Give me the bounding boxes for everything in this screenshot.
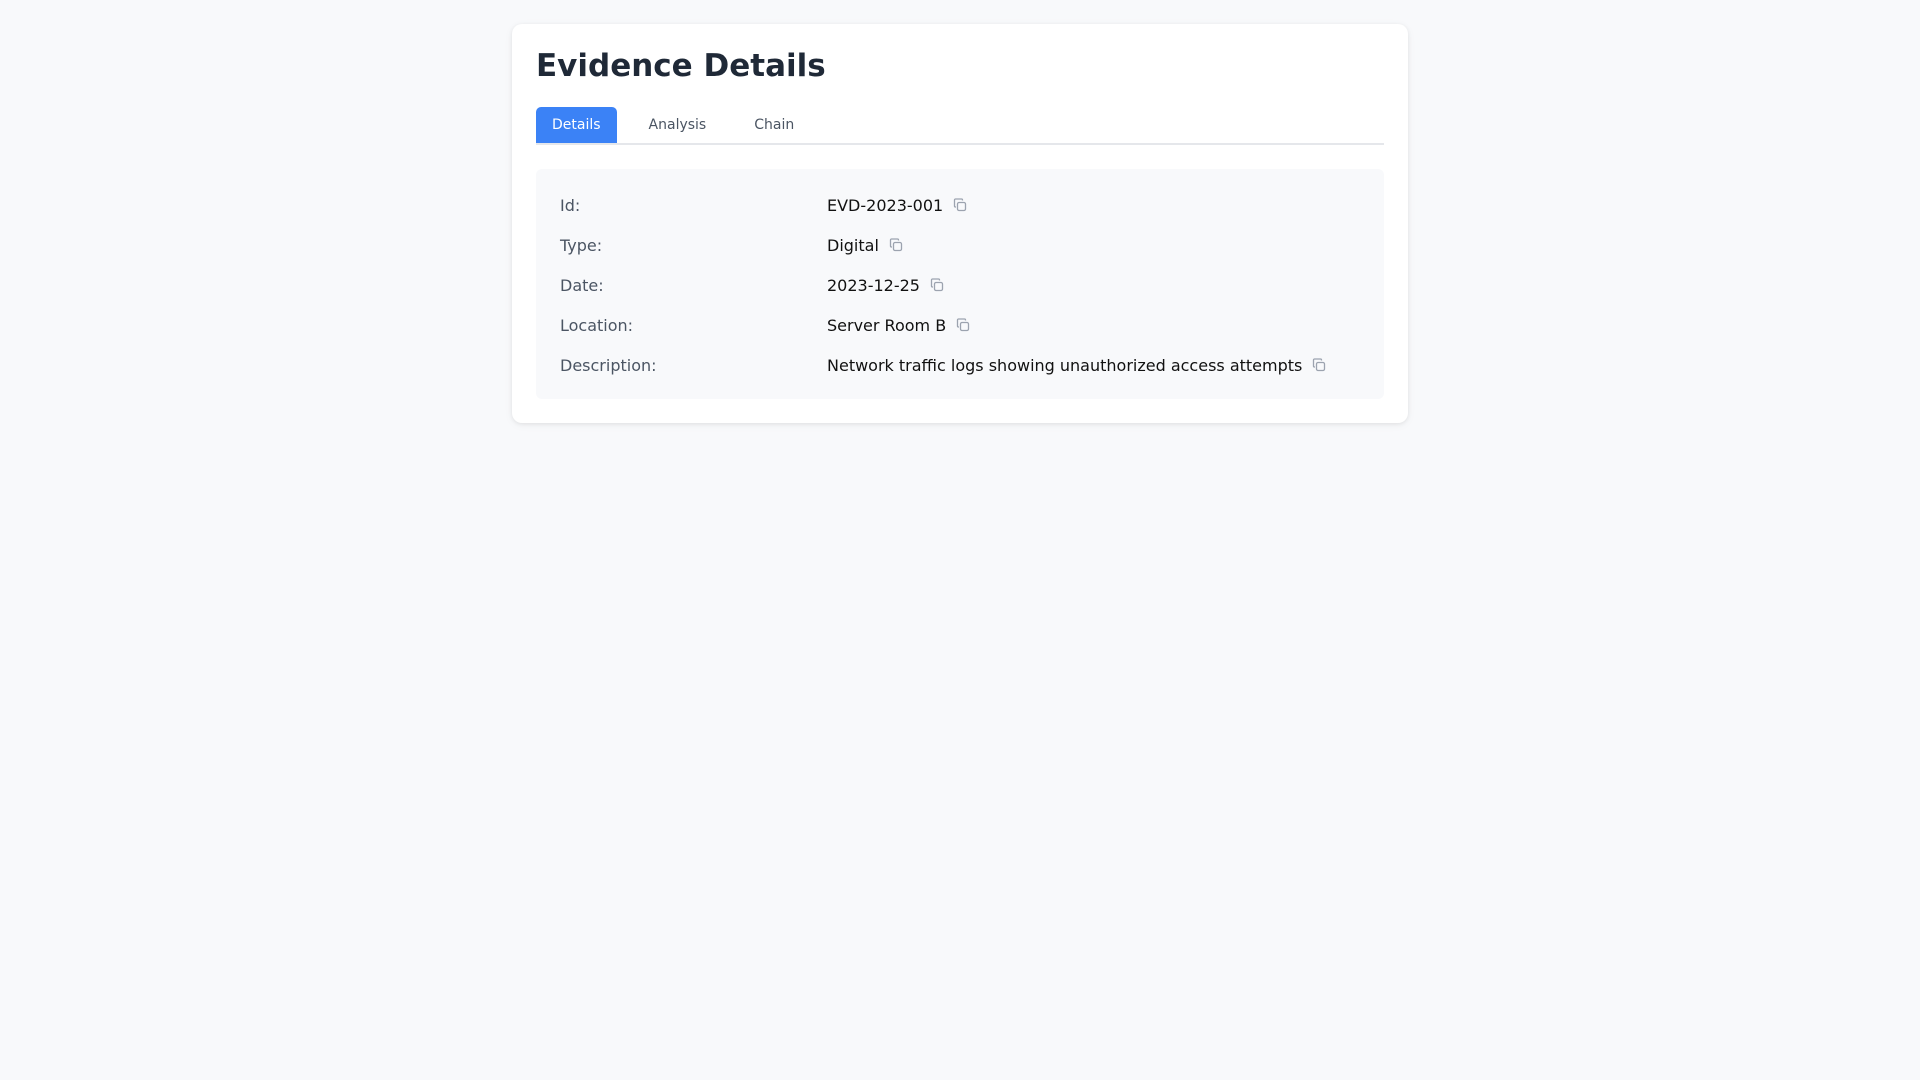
field-row-type: Type: Digital	[560, 225, 1360, 265]
copy-icon[interactable]	[954, 316, 972, 334]
tab-chain[interactable]: Chain	[738, 107, 810, 143]
field-value: 2023-12-25	[827, 275, 920, 295]
field-label: Date:	[560, 275, 604, 295]
field-row-date: Date: 2023-12-25	[560, 265, 1360, 305]
field-label: Type:	[560, 235, 603, 255]
field-value: Digital	[827, 235, 879, 255]
field-label: Description:	[560, 355, 657, 375]
copy-icon[interactable]	[951, 196, 969, 214]
copy-icon[interactable]	[1310, 356, 1328, 374]
copy-icon[interactable]	[928, 276, 946, 294]
evidence-details-card: Evidence Details Details Analysis Chain …	[512, 24, 1408, 423]
field-value-wrapper: 2023-12-25	[827, 276, 946, 295]
field-value-wrapper: Server Room B	[827, 316, 972, 335]
tab-bar: Details Analysis Chain	[536, 107, 1384, 145]
field-value: Network traffic logs showing unauthorize…	[827, 355, 1303, 375]
field-value-wrapper: Digital	[827, 236, 905, 255]
field-value: EVD-2023-001	[827, 195, 944, 215]
page-title: Evidence Details	[536, 48, 826, 84]
field-label: Id:	[560, 195, 581, 215]
copy-icon[interactable]	[887, 236, 905, 254]
tab-analysis[interactable]: Analysis	[633, 107, 723, 143]
field-row-id: Id: EVD-2023-001	[560, 185, 1360, 225]
tab-details[interactable]: Details	[536, 107, 617, 143]
field-row-location: Location: Server Room B	[560, 305, 1360, 345]
field-row-description: Description: Network traffic logs showin…	[560, 345, 1360, 385]
field-value-wrapper: EVD-2023-001	[827, 196, 969, 215]
details-panel: Id: EVD-2023-001 Type: Digital Date: 202…	[536, 169, 1384, 399]
field-label: Location:	[560, 315, 634, 335]
field-value-wrapper: Network traffic logs showing unauthorize…	[827, 356, 1328, 375]
field-value: Server Room B	[827, 315, 947, 335]
